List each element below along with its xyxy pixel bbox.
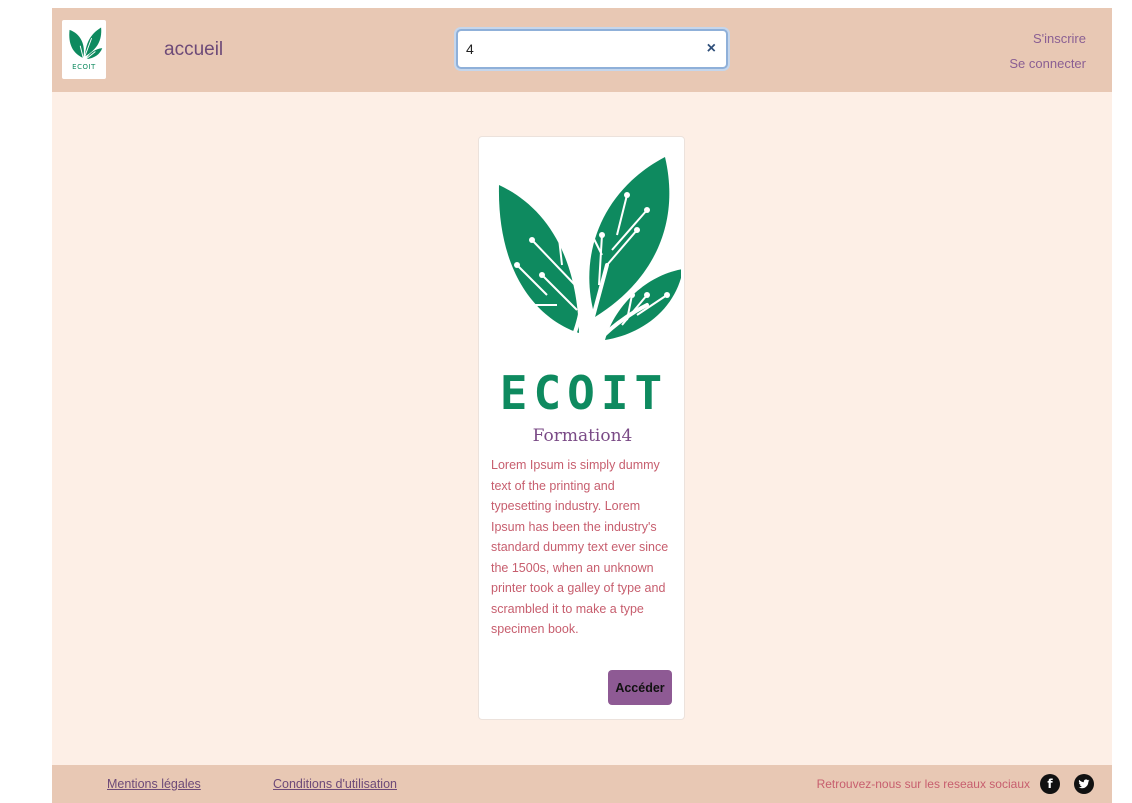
login-link[interactable]: Se connecter — [1009, 51, 1086, 76]
social-text: Retrouvez-nous sur les reseaux sociaux — [816, 777, 1030, 791]
access-button[interactable]: Accéder — [608, 670, 672, 705]
card-logo-wordmark: ECOIT — [500, 366, 668, 415]
site-footer: Mentions légales Conditions d'utilisatio… — [52, 765, 1112, 803]
search-input[interactable] — [466, 39, 686, 59]
leaves-logo-icon — [69, 27, 103, 60]
facebook-icon[interactable]: f — [1040, 774, 1060, 794]
twitter-icon[interactable] — [1074, 774, 1094, 794]
card-description: Lorem Ipsum is simply dummy text of the … — [491, 458, 669, 636]
top-strip — [0, 0, 1132, 8]
nav-home-link[interactable]: accueil — [164, 39, 223, 61]
ecoit-card-logo-icon: ECOIT — [498, 157, 681, 415]
logo-wordmark: ECOIT — [72, 63, 96, 71]
close-icon[interactable]: × — [707, 40, 716, 58]
site-logo[interactable]: ECOIT — [62, 20, 106, 79]
legal-notice-link[interactable]: Mentions légales — [107, 777, 201, 791]
site-header: ECOIT accueil × S'inscrire Se connecter — [52, 8, 1112, 92]
formation-card: ECOIT Formation4 Lorem Ipsum is simply d… — [478, 136, 685, 720]
terms-of-use-link[interactable]: Conditions d'utilisation — [273, 777, 397, 791]
signup-link[interactable]: S'inscrire — [1009, 26, 1086, 51]
card-title: Formation4 — [532, 426, 633, 446]
auth-links: S'inscrire Se connecter — [1009, 26, 1086, 76]
page: ECOIT accueil × S'inscrire Se connecter — [52, 8, 1112, 803]
search-box: × — [456, 29, 728, 69]
